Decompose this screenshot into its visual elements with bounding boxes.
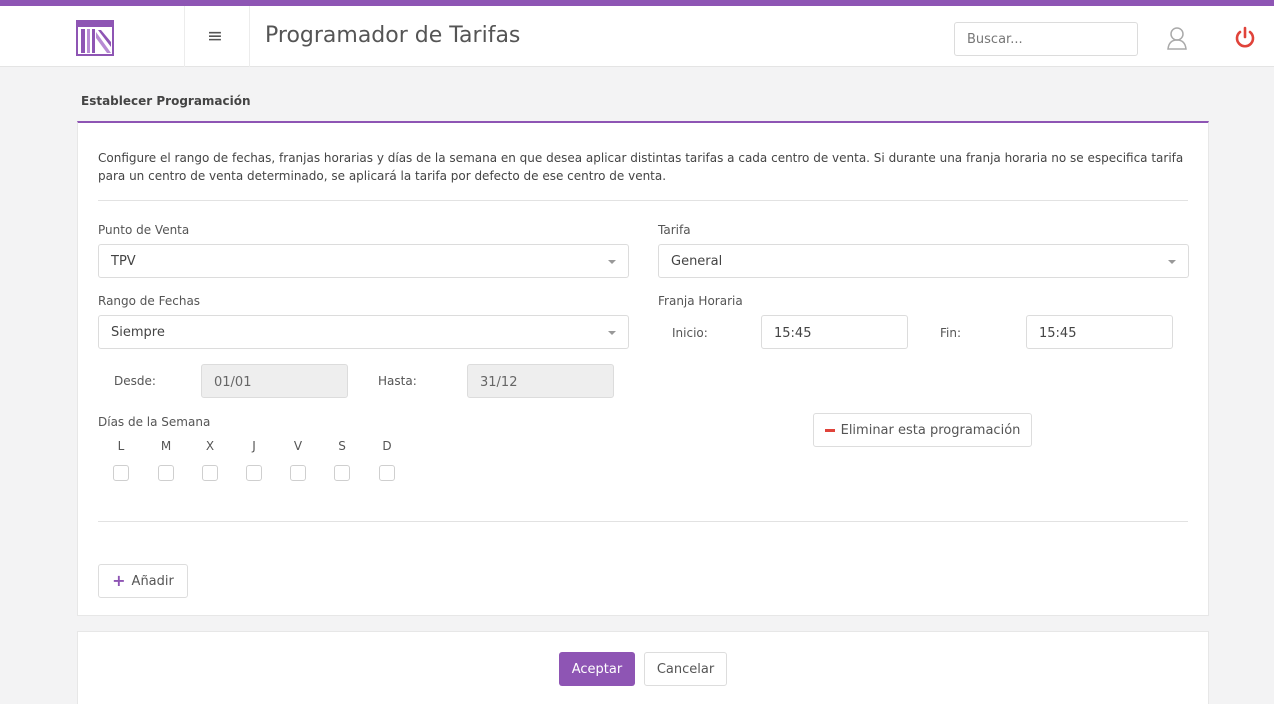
search-input[interactable]: [954, 22, 1138, 56]
franja-horaria-label: Franja Horaria: [658, 294, 743, 308]
dias-semana-label: Días de la Semana: [98, 415, 211, 429]
caret-down-icon: [608, 331, 616, 335]
hasta-input: 31/12: [467, 364, 614, 398]
inicio-label: Inicio:: [672, 326, 708, 340]
day-letter-x: X: [205, 439, 215, 453]
inicio-time-input[interactable]: 15:45: [761, 315, 908, 349]
hamburger-menu-icon[interactable]: ≡: [207, 25, 223, 47]
tarifa-value: General: [671, 254, 723, 269]
day-checkbox-m[interactable]: [158, 465, 174, 481]
caret-down-icon: [608, 260, 616, 264]
footer-actions: Aceptar Cancelar: [77, 631, 1209, 704]
day-checkbox-s[interactable]: [334, 465, 350, 481]
fin-label: Fin:: [940, 326, 962, 340]
cancel-button[interactable]: Cancelar: [644, 652, 727, 686]
day-checkbox-j[interactable]: [246, 465, 262, 481]
caret-down-icon: [1168, 260, 1176, 264]
plus-icon: +: [112, 571, 126, 590]
logo-cell: [0, 6, 185, 67]
punto-venta-label: Punto de Venta: [98, 223, 190, 237]
rango-fechas-label: Rango de Fechas: [98, 294, 201, 308]
day-letter-j: J: [252, 439, 256, 453]
desde-label: Desde:: [114, 374, 156, 388]
tarifa-select[interactable]: General: [658, 244, 1189, 278]
delete-schedule-button[interactable]: Eliminar esta programación: [813, 413, 1032, 447]
punto-venta-select[interactable]: TPV: [98, 244, 629, 278]
day-checkbox-x[interactable]: [202, 465, 218, 481]
divider: [98, 200, 1188, 201]
rango-fechas-value: Siempre: [111, 325, 165, 340]
desde-input: 01/01: [201, 364, 348, 398]
day-letter-s: S: [338, 439, 346, 453]
divider: [98, 521, 1188, 522]
building-logo-icon[interactable]: [76, 20, 114, 56]
accept-button[interactable]: Aceptar: [559, 652, 635, 686]
user-icon[interactable]: [1166, 26, 1188, 50]
app-header: ≡ Programador de Tarifas: [0, 6, 1274, 67]
day-letter-d: D: [382, 439, 392, 453]
day-checkbox-d[interactable]: [379, 465, 395, 481]
day-checkbox-v[interactable]: [290, 465, 306, 481]
rango-fechas-select[interactable]: Siempre: [98, 315, 629, 349]
schedule-card: Configure el rango de fechas, franjas ho…: [77, 121, 1209, 616]
day-checkbox-l[interactable]: [113, 465, 129, 481]
hasta-label: Hasta:: [378, 374, 417, 388]
power-icon[interactable]: [1234, 26, 1256, 50]
tarifa-label: Tarifa: [658, 223, 691, 237]
section-title: Establecer Programación: [81, 94, 251, 108]
minus-icon: [824, 428, 835, 432]
page-title: Programador de Tarifas: [265, 23, 521, 48]
add-schedule-button[interactable]: + Añadir: [98, 564, 188, 598]
day-letter-v: V: [293, 439, 303, 453]
add-schedule-label: Añadir: [131, 573, 174, 589]
day-letter-l: L: [117, 439, 125, 453]
delete-schedule-label: Eliminar esta programación: [840, 422, 1021, 438]
day-letter-m: M: [160, 439, 172, 453]
punto-venta-value: TPV: [111, 254, 136, 269]
menu-cell: ≡: [185, 6, 250, 67]
description-text: Configure el rango de fechas, franjas ho…: [98, 151, 1184, 183]
fin-time-input[interactable]: 15:45: [1026, 315, 1173, 349]
